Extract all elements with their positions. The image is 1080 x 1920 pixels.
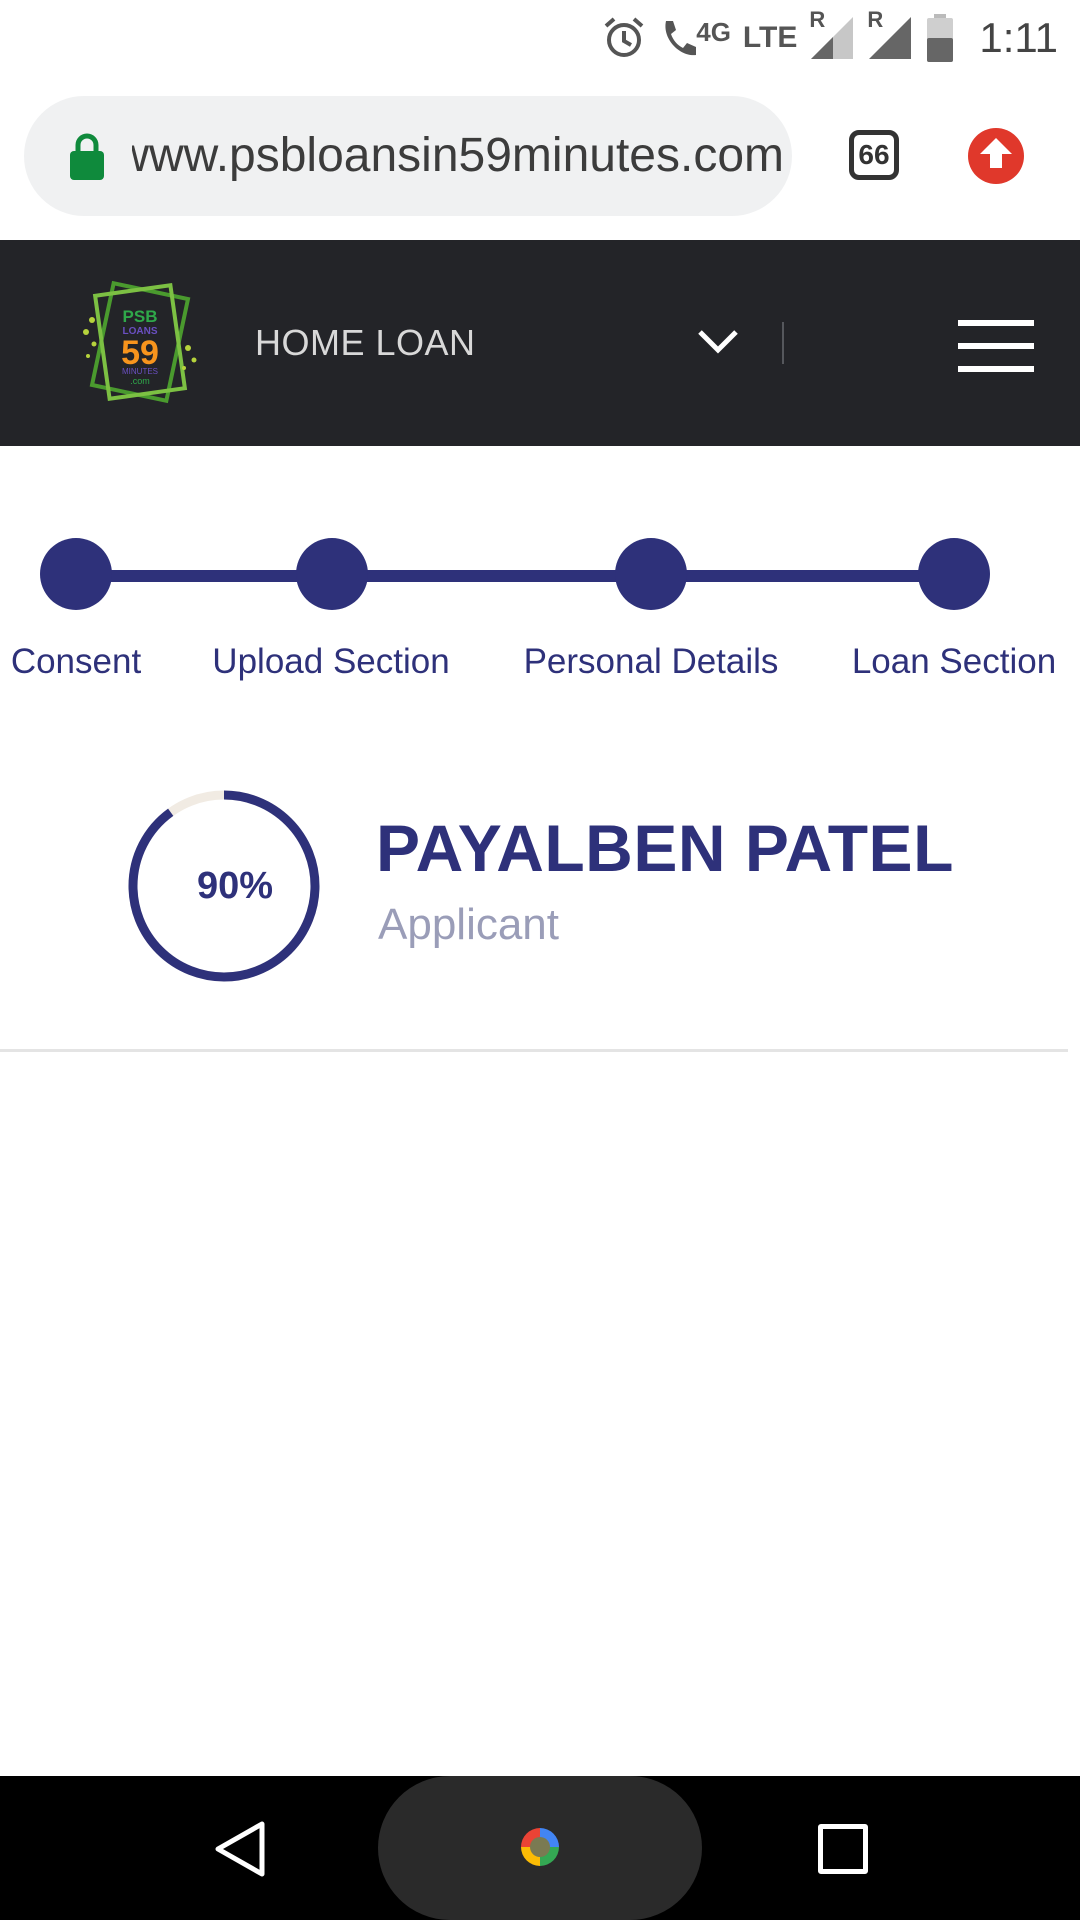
home-pill-button[interactable] (378, 1776, 702, 1920)
step-label-consent[interactable]: Consent (11, 642, 141, 682)
chrome-update-button[interactable] (968, 128, 1024, 184)
psb-logo[interactable]: PSB LOANS 59 MINUTES .com (80, 276, 200, 412)
assistant-icon (521, 1828, 559, 1866)
signal-indicator-1: R (809, 7, 855, 61)
battery-icon (927, 14, 954, 62)
header-divider (782, 322, 784, 364)
applicant-role: Applicant (378, 900, 560, 949)
recents-icon[interactable] (818, 1824, 868, 1874)
browser-toolbar: www.psbloansin59minutes.com 66 (0, 74, 1080, 240)
signal-indicator-2: R (867, 7, 913, 61)
loan-type-select[interactable]: HOME LOAN (255, 240, 476, 446)
lte-label: LTE (742, 21, 798, 54)
menu-line (958, 343, 1034, 349)
roaming-label: R (867, 7, 884, 32)
menu-line (958, 366, 1034, 372)
svg-text:MINUTES: MINUTES (122, 367, 158, 376)
site-header: PSB LOANS 59 MINUTES .com HOME LOAN (0, 240, 1080, 446)
url-text[interactable]: www.psbloansin59minutes.com (132, 96, 784, 216)
clock: 1:11 (979, 14, 1058, 61)
svg-text:.com: .com (130, 376, 150, 386)
arrow-up-icon (980, 138, 1012, 168)
chevron-down-icon[interactable] (696, 326, 740, 356)
progress-percent: 90% (196, 865, 274, 907)
profile-progress-ring: 90% (126, 788, 322, 984)
url-value: www.psbloansin59minutes.com (132, 129, 784, 182)
roaming-label: R (809, 7, 826, 32)
phone-call-icon (665, 21, 697, 56)
hamburger-menu-icon[interactable] (958, 316, 1036, 376)
content-divider (0, 1049, 1068, 1052)
step-label-loan[interactable]: Loan Section (852, 642, 1056, 682)
status-icons: 4G LTE R R 1:11 (602, 7, 1058, 66)
stepper-track (76, 570, 958, 582)
application-stepper: Consent Upload Section Personal Details … (0, 530, 1080, 700)
applicant-name: PAYALBEN PATEL (376, 811, 954, 885)
step-label-personal[interactable]: Personal Details (524, 642, 779, 682)
system-nav-bar (0, 1776, 1080, 1920)
back-icon[interactable] (212, 1820, 268, 1878)
alarm-icon (604, 17, 644, 57)
step-label-upload[interactable]: Upload Section (212, 642, 449, 682)
step-dot-upload[interactable] (296, 538, 368, 610)
url-bar[interactable]: www.psbloansin59minutes.com (24, 96, 792, 216)
tab-switcher-button[interactable]: 66 (849, 130, 899, 180)
svg-text:PSB: PSB (123, 307, 158, 326)
step-dot-personal[interactable] (615, 538, 687, 610)
call-4g-indicator: 4G (658, 17, 731, 59)
menu-line (958, 320, 1034, 326)
status-bar: 4G LTE R R 1:11 (0, 0, 1080, 74)
step-dot-consent[interactable] (40, 538, 112, 610)
lock-icon (70, 133, 104, 180)
step-dot-loan[interactable] (918, 538, 990, 610)
network-type: 4G (696, 17, 731, 47)
